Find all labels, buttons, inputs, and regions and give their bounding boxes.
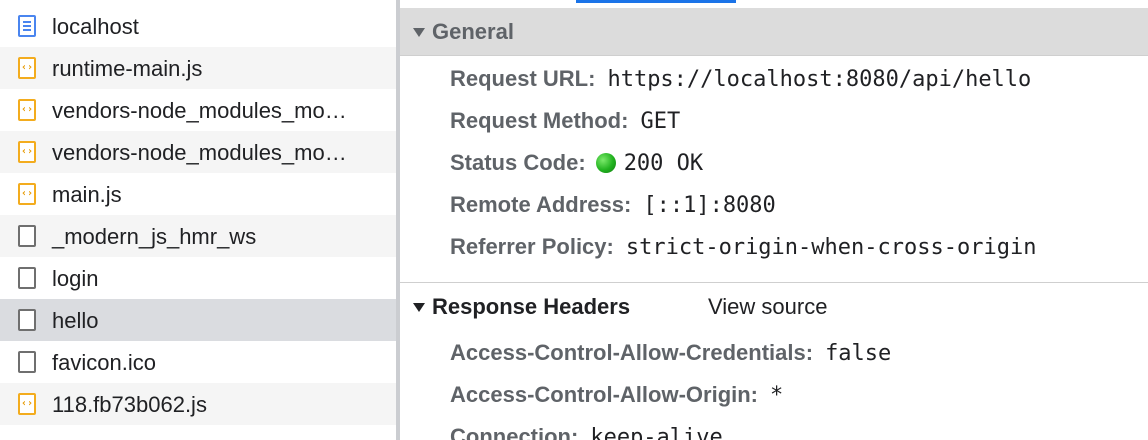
request-row-main-js[interactable]: ‹› main.js [0, 173, 396, 215]
view-source-link[interactable]: View source [708, 294, 827, 320]
general-section-header[interactable]: General [400, 8, 1148, 56]
request-row-118-js[interactable]: ‹› 118.fb73b062.js [0, 383, 396, 425]
request-row-hmr-ws[interactable]: _modern_js_hmr_ws [0, 215, 396, 257]
header-key: Remote Address: [450, 192, 632, 217]
blank-file-icon [18, 267, 36, 289]
header-value: https://localhost:8080/api/hello [607, 66, 1032, 92]
header-key: Request Method: [450, 108, 629, 133]
active-tab-indicator [576, 0, 736, 3]
header-key: Referrer Policy: [450, 234, 614, 259]
allow-origin-row: Access-Control-Allow-Origin: * [450, 380, 783, 410]
request-name: vendors-node_modules_mo… [52, 140, 347, 165]
status-ok-dot-icon [595, 153, 616, 173]
request-name: runtime-main.js [52, 56, 203, 81]
remote-address-row: Remote Address: [::1]:8080 [450, 190, 776, 220]
blank-file-icon [18, 309, 36, 331]
request-name: hello [52, 308, 99, 333]
header-value: * [770, 382, 784, 408]
request-row-vendors-1[interactable]: ‹› vendors-node_modules_mo… [0, 89, 396, 131]
script-file-icon: ‹› [18, 141, 36, 163]
request-url-row: Request URL: https://localhost:8080/api/… [450, 64, 1031, 94]
header-key: Status Code: [450, 150, 586, 175]
header-key: Request URL: [450, 66, 596, 91]
request-details-pane: General Request URL: https://localhost:8… [400, 0, 1148, 440]
request-row-vendors-2[interactable]: ‹› vendors-node_modules_mo… [0, 131, 396, 173]
allow-credentials-row: Access-Control-Allow-Credentials: false [450, 338, 891, 368]
request-row-runtime-main[interactable]: ‹› runtime-main.js [0, 47, 396, 89]
header-value: false [825, 340, 892, 366]
document-icon [18, 15, 36, 37]
request-method-row: Request Method: GET [450, 106, 680, 136]
request-row-hello[interactable]: hello [0, 299, 396, 341]
script-file-icon: ‹› [18, 99, 36, 121]
connection-row: Connection: keep-alive [450, 422, 723, 440]
header-key: Access-Control-Allow-Credentials: [450, 340, 814, 365]
header-value: 200 OK [623, 150, 704, 176]
section-title: Response Headers [432, 294, 631, 319]
request-name: localhost [52, 14, 139, 39]
header-key: Access-Control-Allow-Origin: [450, 382, 759, 407]
header-key: Connection: [450, 424, 579, 440]
header-value: GET [640, 108, 681, 134]
expand-triangle-icon [413, 303, 425, 312]
status-code-row: Status Code: 200 OK [450, 148, 703, 178]
request-name: 118.fb73b062.js [52, 392, 207, 417]
request-list: localhost ‹› runtime-main.js ‹› vendors-… [0, 0, 396, 440]
request-row-favicon[interactable]: favicon.ico [0, 341, 396, 383]
script-file-icon: ‹› [18, 57, 36, 79]
request-name: favicon.ico [52, 350, 156, 375]
request-name: login [52, 266, 99, 291]
referrer-policy-row: Referrer Policy: strict-origin-when-cros… [450, 232, 1036, 262]
request-row-login[interactable]: login [0, 257, 396, 299]
header-value: [::1]:8080 [643, 192, 776, 218]
response-headers-section-header[interactable]: Response Headers View source [400, 282, 1148, 330]
script-file-icon: ‹› [18, 183, 36, 205]
request-name: main.js [52, 182, 122, 207]
request-row-localhost[interactable]: localhost [0, 5, 396, 47]
header-value: keep-alive [590, 424, 723, 440]
section-title: General [432, 19, 514, 44]
request-name: vendors-node_modules_mo… [52, 98, 347, 123]
script-file-icon: ‹› [18, 393, 36, 415]
header-value: strict-origin-when-cross-origin [625, 234, 1037, 260]
expand-triangle-icon [413, 28, 425, 37]
request-name: _modern_js_hmr_ws [52, 224, 257, 249]
blank-file-icon [18, 351, 36, 373]
blank-file-icon [18, 225, 36, 247]
